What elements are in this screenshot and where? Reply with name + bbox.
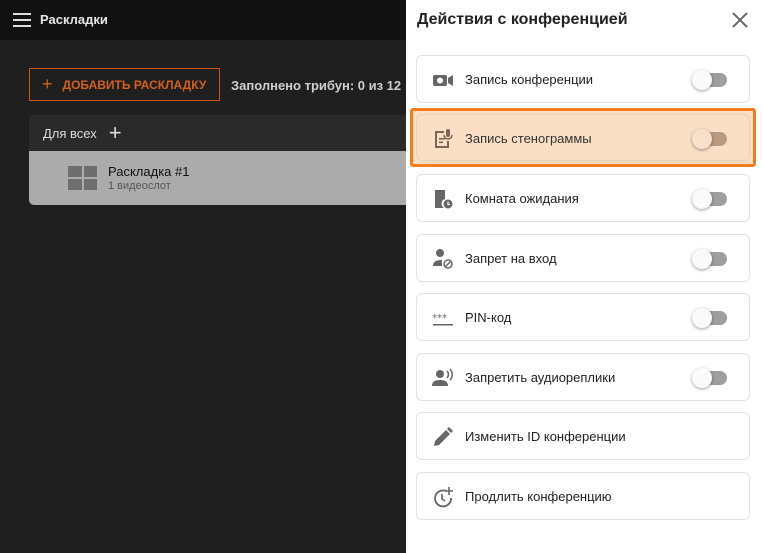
add-layout-label: ДОБАВИТЬ РАСКЛАДКУ xyxy=(62,77,207,92)
pin-code-icon: *** xyxy=(432,313,453,326)
action-label: Запретить аудиореплики xyxy=(465,370,616,385)
video-camera-icon xyxy=(433,75,453,86)
action-extend-conference[interactable]: Продлить конференцию xyxy=(416,472,750,520)
action-change-id[interactable]: Изменить ID конференции xyxy=(416,412,750,460)
transcript-mic-icon xyxy=(435,129,453,148)
toggle-switch[interactable] xyxy=(692,368,727,388)
conference-actions-panel: Действия с конференцией Запись конференц… xyxy=(406,0,762,553)
layout-grid-icon xyxy=(68,166,97,190)
clock-plus-icon xyxy=(434,487,453,508)
action-pin-code[interactable]: *** PIN-код xyxy=(416,293,750,341)
action-record-conference[interactable]: Запись конференции xyxy=(416,55,750,103)
pencil-icon xyxy=(434,427,453,446)
action-label: Запись конференции xyxy=(465,72,594,87)
group-header: Для всех + xyxy=(29,115,449,151)
toggle-switch[interactable] xyxy=(692,189,727,209)
layout-name: Раскладка #1 xyxy=(108,164,190,179)
action-label: Изменить ID конференции xyxy=(465,429,626,444)
toggle-switch[interactable] xyxy=(692,308,727,328)
action-mute-audio[interactable]: Запретить аудиореплики xyxy=(416,353,750,401)
group-title: Для всех xyxy=(43,125,97,141)
highlight-frame: Запись стенограммы xyxy=(410,108,756,167)
panel-title: Действия с конференцией xyxy=(417,11,628,28)
action-label: Запрет на вход xyxy=(465,251,557,266)
hamburger-icon[interactable] xyxy=(13,13,31,27)
action-block-entry[interactable]: Запрет на вход xyxy=(416,234,750,282)
add-icon[interactable]: + xyxy=(109,120,122,146)
action-label: Комната ожидания xyxy=(465,191,579,206)
layout-item[interactable]: Раскладка #1 1 видеослот xyxy=(29,151,449,205)
action-record-transcript[interactable]: Запись стенограммы xyxy=(416,114,750,161)
page-title: Раскладки xyxy=(40,12,108,27)
toggle-switch[interactable] xyxy=(692,70,727,90)
add-layout-button[interactable]: + ДОБАВИТЬ РАСКЛАДКУ xyxy=(29,68,220,101)
action-label: Продлить конференцию xyxy=(465,489,612,504)
plus-icon: + xyxy=(42,74,53,94)
waiting-room-icon xyxy=(435,190,453,209)
toggle-switch[interactable] xyxy=(692,129,727,149)
svg-text:***: *** xyxy=(432,313,447,324)
toggle-switch[interactable] xyxy=(692,249,727,269)
filled-stands-text: Заполнено трибун: 0 из 12 xyxy=(231,78,402,93)
action-label: Запись стенограммы xyxy=(465,131,592,146)
layout-group: Для всех + Раскладка #1 1 видеослот xyxy=(29,115,449,205)
layout-subtitle: 1 видеослот xyxy=(108,180,171,192)
user-blocked-icon xyxy=(433,249,453,269)
speaking-user-icon xyxy=(432,368,453,386)
action-waiting-room[interactable]: Комната ожидания xyxy=(416,174,750,222)
close-icon[interactable] xyxy=(732,12,748,28)
action-label: PIN-код xyxy=(465,310,512,325)
